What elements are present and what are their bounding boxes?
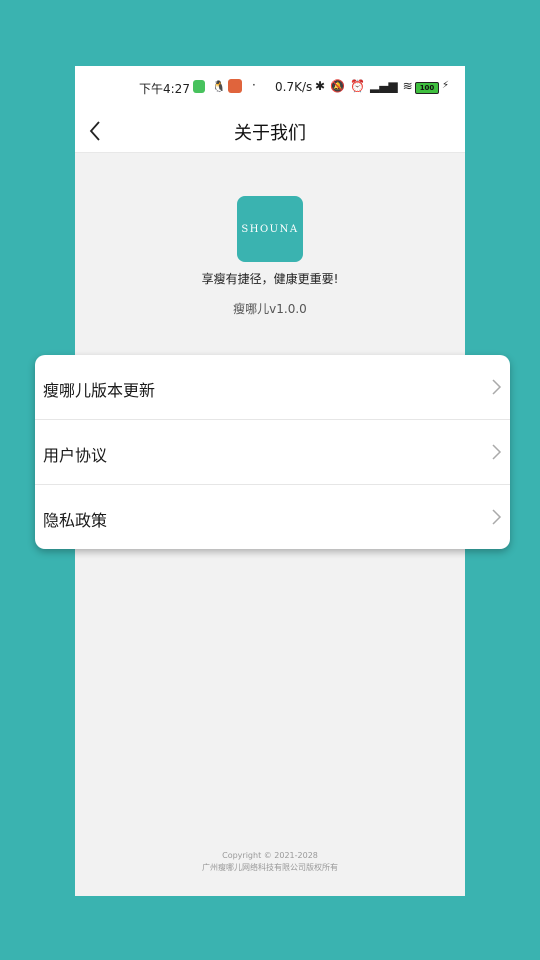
mute-icon: 🔕 — [330, 79, 346, 93]
copyright-line-2: 广州瘦哪儿网络科技有限公司版权所有 — [202, 863, 338, 872]
signal-icon: ▂▄▆ — [369, 79, 398, 93]
chevron-right-icon — [492, 509, 502, 525]
status-icons: ✱ 🔕 ⏰ ▂▄▆ ≋ — [315, 79, 413, 93]
wifi-icon: ≋ — [402, 79, 413, 93]
charging-icon: ⚡ — [442, 80, 450, 91]
copyright-line-1: Copyright © 2021-2028 — [222, 851, 318, 860]
app-version: 瘦哪儿v1.0.0 — [233, 302, 307, 316]
battery-icon: 100 — [415, 82, 439, 94]
alarm-icon: ⏰ — [350, 79, 365, 93]
qq-notification-icon: 🐧 — [212, 80, 226, 93]
menu-item-label: 隐私政策 — [43, 511, 108, 530]
chevron-right-icon — [492, 379, 502, 395]
wechat-notification-icon — [193, 80, 205, 93]
bluetooth-icon: ✱ — [315, 79, 326, 93]
app-logo: SHOUNA — [237, 196, 303, 262]
app-slogan: 享瘦有捷径，健康更重要! — [201, 272, 339, 286]
status-bar: 下午4:27 🐧 · 0.7K/s ✱ 🔕 ⏰ ▂▄▆ ≋ 100 ⚡ — [75, 66, 465, 110]
nav-bar: 关于我们 — [75, 110, 465, 153]
status-time: 下午4:27 — [139, 82, 190, 96]
menu-item-user-agreement[interactable]: 用户协议 — [35, 420, 510, 485]
chevron-right-icon — [492, 444, 502, 460]
app-notification-icon — [228, 79, 242, 93]
copyright: Copyright © 2021-2028 广州瘦哪儿网络科技有限公司版权所有 — [75, 850, 465, 874]
menu-item-version-update[interactable]: 瘦哪儿版本更新 — [35, 355, 510, 420]
settings-menu: 瘦哪儿版本更新 用户协议 隐私政策 — [35, 355, 510, 549]
page-title: 关于我们 — [234, 123, 306, 144]
more-notifications-dot-icon: · — [252, 78, 256, 92]
menu-item-label: 瘦哪儿版本更新 — [43, 381, 156, 400]
logo-text: SHOUNA — [241, 223, 299, 235]
menu-item-privacy-policy[interactable]: 隐私政策 — [35, 485, 510, 549]
menu-item-label: 用户协议 — [43, 446, 108, 465]
network-speed: 0.7K/s — [275, 80, 313, 94]
